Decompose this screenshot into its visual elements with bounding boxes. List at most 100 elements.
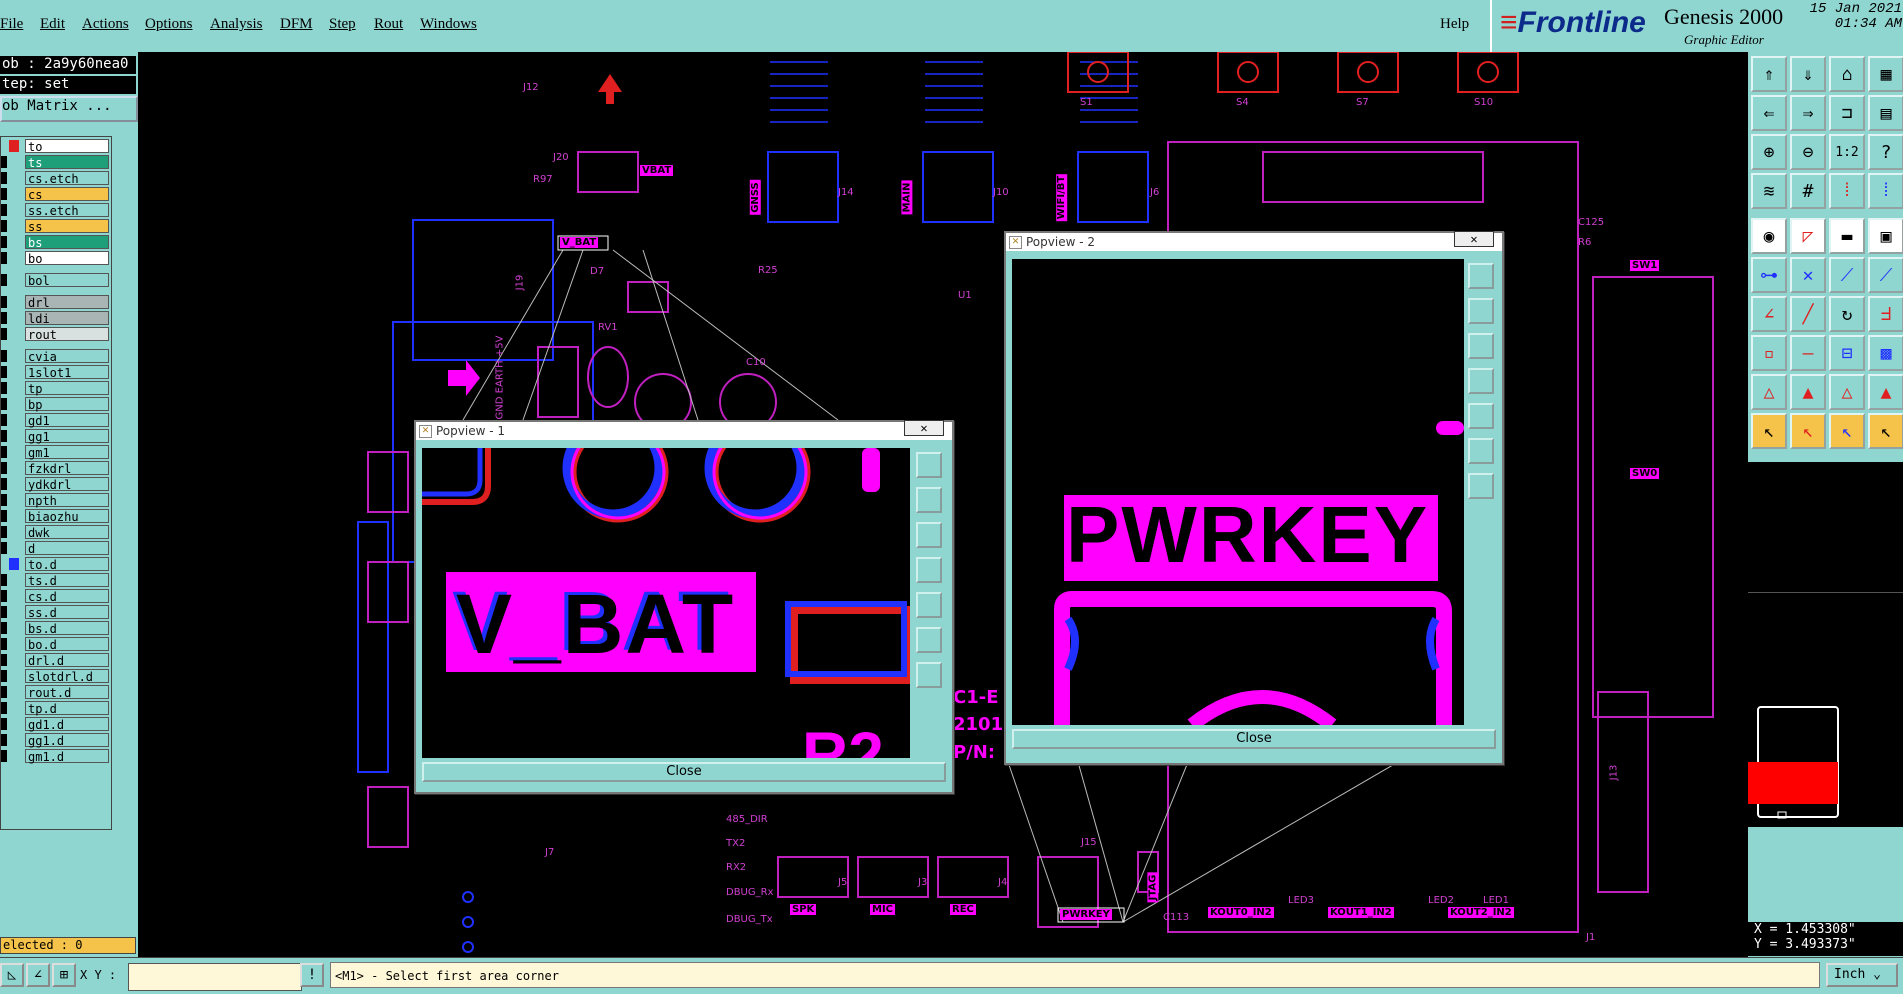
cursor-blue-icon[interactable]: ↖ (1829, 413, 1865, 449)
select-feature-icon[interactable]: ◉ (1751, 218, 1787, 254)
layer-checkbox[interactable] (1, 156, 7, 168)
popview-1-close-x-button[interactable]: ✕ (904, 420, 944, 436)
triangle-double-icon[interactable]: ▲ (1790, 374, 1826, 410)
triangle-fill-icon[interactable]: ▲ (1868, 374, 1903, 410)
layer-row[interactable]: d (1, 541, 109, 556)
layer-row[interactable]: bs.d (1, 621, 109, 636)
triangle-red-icon[interactable]: △ (1751, 374, 1787, 410)
layer-checkbox[interactable] (1, 236, 7, 248)
popview-zoom-fit-button[interactable] (1468, 263, 1494, 289)
popview-2-close-x-button[interactable]: ✕ (1454, 231, 1494, 247)
popview-fit-all-button[interactable] (1468, 438, 1494, 464)
layer-checkbox[interactable] (1, 670, 7, 682)
add-line-icon[interactable]: ⟋ (1829, 257, 1865, 293)
layer-row[interactable]: rout (1, 327, 109, 342)
layer-row[interactable]: bo.d (1, 637, 109, 652)
help-icon[interactable]: ? (1868, 134, 1903, 170)
layer-checkbox[interactable] (1, 172, 7, 184)
layer-checkbox[interactable] (1, 750, 7, 762)
popview-center-button[interactable] (916, 662, 942, 688)
layer-row[interactable]: drl (1, 295, 109, 310)
zoom-home-icon[interactable]: ▤ (1868, 95, 1903, 131)
layer-row[interactable]: gg1 (1, 429, 109, 444)
select-area-icon[interactable]: ◸ (1790, 218, 1826, 254)
menu-file[interactable]: File (0, 16, 23, 33)
zoom-window-icon[interactable]: ⊐ (1829, 95, 1865, 131)
layer-row[interactable]: cs.etch (1, 171, 109, 186)
resize-icon[interactable]: ◺ (0, 963, 24, 987)
menu-analysis[interactable]: Analysis (210, 16, 263, 33)
layer-row[interactable]: bo (1, 251, 109, 266)
layer-row[interactable]: tp (1, 381, 109, 396)
cross-icon[interactable]: ✕ (1790, 257, 1826, 293)
layer-row[interactable]: gg1.d (1, 733, 109, 748)
layer-row[interactable]: ts.d (1, 573, 109, 588)
grid-toggle-icon[interactable]: ⊞ (52, 963, 76, 987)
layer-row[interactable]: tp.d (1, 701, 109, 716)
popview-center-button[interactable] (1468, 473, 1494, 499)
double-f-icon[interactable]: ᖵ (1868, 296, 1903, 332)
cursor-red-icon[interactable]: ↖ (1790, 413, 1826, 449)
popview-2-view[interactable]: PWRKEY (1012, 259, 1464, 725)
popview-1-view[interactable]: V_BAT R2 (422, 448, 910, 758)
cursor-multi-icon[interactable]: ↖ (1868, 413, 1903, 449)
popview-2-close-button[interactable]: Close (1012, 729, 1496, 749)
layer-row[interactable]: to.d (3, 557, 109, 572)
layer-checkbox[interactable] (1, 494, 7, 506)
popview-2-titlebar[interactable]: ✕ Popview - 2 (1006, 233, 1502, 251)
menu-rout[interactable]: Rout (374, 16, 403, 33)
popview-zoom-out-button[interactable] (1468, 333, 1494, 359)
layer-checkbox[interactable] (1, 654, 7, 666)
layer-checkbox[interactable] (1, 366, 7, 378)
draw-slash-icon[interactable]: ╱ (1790, 296, 1826, 332)
layer-row[interactable]: ss.etch (1, 203, 109, 218)
layer-checkbox[interactable] (1, 296, 7, 308)
layer-checkbox[interactable] (1, 350, 7, 362)
draw-angle-icon[interactable]: ∠ (1751, 296, 1787, 332)
menu-step[interactable]: Step (329, 16, 356, 33)
save-job-icon[interactable]: ⇓ (1790, 56, 1826, 92)
connect-icon[interactable]: ⊶ (1751, 257, 1787, 293)
layer-row[interactable]: bp (1, 397, 109, 412)
popview-fit-all-button[interactable] (916, 627, 942, 653)
popview-zoom-fit-button[interactable] (916, 452, 942, 478)
layer-row[interactable]: ts (1, 155, 109, 170)
popview-zoom-in-button[interactable] (916, 487, 942, 513)
layer-row[interactable]: gm1 (1, 445, 109, 460)
ruler-icon[interactable]: ▬ (1829, 218, 1865, 254)
layer-row[interactable]: cvia (1, 349, 109, 364)
xy-input[interactable] (128, 963, 302, 991)
layer-checkbox[interactable] (1, 382, 7, 394)
layer-row[interactable]: gd1.d (1, 717, 109, 732)
zoom-in-icon[interactable]: ⊕ (1751, 134, 1787, 170)
cursor-icon[interactable]: ↖ (1751, 413, 1787, 449)
menu-edit[interactable]: Edit (40, 16, 65, 33)
add-pad-icon[interactable]: ⟋ (1868, 257, 1903, 293)
minus-line-icon[interactable]: — (1790, 335, 1826, 371)
menu-actions[interactable]: Actions (82, 16, 129, 33)
layer-row[interactable]: to (3, 139, 109, 154)
layer-row[interactable]: biaozhu (1, 509, 109, 524)
layer-checkbox[interactable] (1, 686, 7, 698)
layer-checkbox[interactable] (1, 510, 7, 522)
layer-checkbox[interactable] (1, 398, 7, 410)
info-icon[interactable]: ! (300, 963, 324, 987)
layer-checkbox[interactable] (1, 638, 7, 650)
layer-checkbox[interactable] (1, 312, 7, 324)
angle-icon[interactable]: ∠ (26, 963, 50, 987)
overview-panel[interactable] (1748, 462, 1903, 827)
units-selector[interactable]: Inch ⌄ (1826, 963, 1898, 987)
popview-pan-left-button[interactable] (1468, 368, 1494, 394)
layer-row[interactable]: gm1.d (1, 749, 109, 764)
layer-checkbox[interactable] (1, 478, 7, 490)
layer-row[interactable]: cs.d (1, 589, 109, 604)
layer-checkbox[interactable] (1, 274, 7, 286)
popview-zoom-out-button[interactable] (916, 522, 942, 548)
layer-checkbox[interactable] (1, 574, 7, 586)
grid-snap-icon[interactable]: # (1790, 173, 1826, 209)
popview-1-close-button[interactable]: Close (422, 762, 946, 782)
pan-left-icon[interactable]: ⇐ (1751, 95, 1787, 131)
layer-row[interactable]: slotdrl.d (1, 669, 109, 684)
layer-checkbox[interactable] (1, 462, 7, 474)
menu-options[interactable]: Options (145, 16, 193, 33)
